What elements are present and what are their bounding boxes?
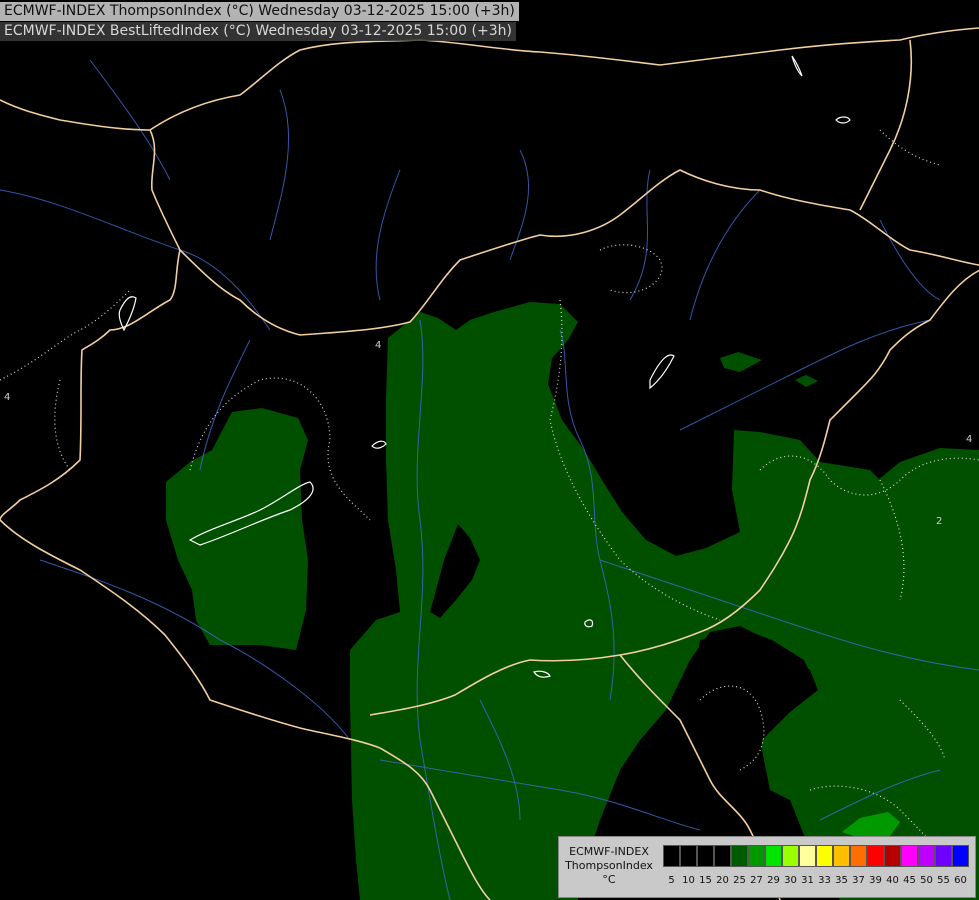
weather-map[interactable]: 4 4 4 2 2 ECMWF-INDEX ThompsonIndex (°C)…: [0, 0, 979, 900]
legend-swatch: [663, 845, 680, 867]
legend-swatch: [799, 845, 816, 867]
legend-tick-label: 27: [750, 875, 763, 886]
fill-region-west: [166, 408, 308, 650]
legend-tick-label: 20: [716, 875, 729, 886]
legend-tick-label: 5: [668, 875, 675, 886]
legend-swatch: [833, 845, 850, 867]
legend-title-model: ECMWF-INDEX: [569, 845, 649, 858]
legend-tick-label: 29: [767, 875, 780, 886]
legend-title: ECMWF-INDEX ThompsonIndex °C: [561, 845, 657, 887]
legend-title-unit: °C: [602, 873, 616, 886]
legend-swatch: [901, 845, 918, 867]
legend-tick-label: 35: [835, 875, 848, 886]
legend-tick-label: 31: [801, 875, 814, 886]
legend-tick-label: 10: [682, 875, 695, 886]
legend-swatch: [935, 845, 952, 867]
fill-small-east-2: [795, 375, 818, 387]
legend-swatch: [918, 845, 935, 867]
legend-swatch: [697, 845, 714, 867]
legend-ticks: 5 10 15 20 25 27 29 30 31 33 35 37 39 40 45 50 55 60: [663, 875, 975, 889]
map-title-best-lifted-index: ECMWF-INDEX BestLiftedIndex (°C) Wednesd…: [0, 22, 516, 41]
legend-swatch: [731, 845, 748, 867]
legend-tick-label: 25: [733, 875, 746, 886]
legend-swatch: [680, 845, 697, 867]
map-canvas: [0, 27, 979, 900]
legend-swatch: [952, 845, 969, 867]
legend-tick-label: 33: [818, 875, 831, 886]
legend-tick-label: 45: [903, 875, 916, 886]
legend-swatch: [816, 845, 833, 867]
legend-swatch: [867, 845, 884, 867]
legend-tick-label: 39: [869, 875, 882, 886]
legend-tick-label: 37: [852, 875, 865, 886]
legend-swatch: [850, 845, 867, 867]
contour-label: 4: [4, 392, 11, 403]
legend-swatch: [765, 845, 782, 867]
contour-label: 4: [375, 340, 382, 351]
legend-tick-label: 60: [954, 875, 967, 886]
fill-small-east-1: [720, 352, 762, 372]
legend-swatch: [714, 845, 731, 867]
legend-tick-label: 40: [886, 875, 899, 886]
map-title-thompson-index: ECMWF-INDEX ThompsonIndex (°C) Wednesday…: [0, 2, 519, 21]
legend-swatches: [663, 845, 969, 867]
legend-tick-label: 50: [920, 875, 933, 886]
color-legend: ECMWF-INDEX ThompsonIndex °C 5 10 15 20 25 27…: [558, 836, 976, 898]
legend-swatch: [782, 845, 799, 867]
legend-tick-label: 15: [699, 875, 712, 886]
contour-label: 4: [966, 434, 973, 445]
contour-label: 2: [936, 516, 943, 527]
legend-swatch: [748, 845, 765, 867]
index-fill-regions: [166, 302, 979, 900]
legend-title-parameter: ThompsonIndex: [565, 859, 653, 872]
legend-swatch: [884, 845, 901, 867]
legend-tick-label: 30: [784, 875, 797, 886]
legend-tick-label: 55: [937, 875, 950, 886]
